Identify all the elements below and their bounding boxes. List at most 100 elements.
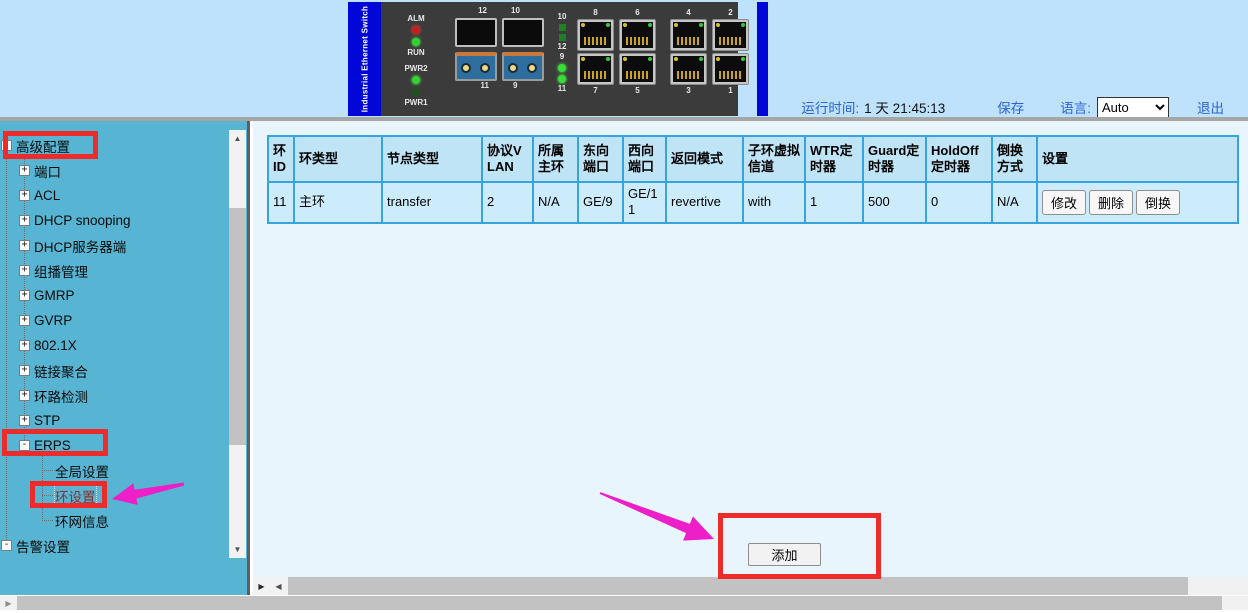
fiber-hole (508, 63, 518, 73)
expand-toggle-icon[interactable]: + (19, 415, 30, 426)
sidebar-item-gmrp[interactable]: +GMRP (0, 283, 228, 308)
collapse-toggle-icon[interactable]: - (1, 140, 12, 151)
port-link-led (741, 23, 745, 27)
logout-button[interactable]: 退出 (1197, 97, 1224, 117)
sidebar-item-erps[interactable]: -ERPS (0, 433, 228, 458)
page-scroll-thumb[interactable] (17, 596, 1222, 610)
sidebar-item-link-aggregation[interactable]: +链接聚合 (0, 358, 228, 383)
port-led-label: 10 (558, 12, 567, 22)
port-activity-led (674, 23, 678, 27)
sidebar-item-dhcp-snooping[interactable]: +DHCP snooping (0, 208, 228, 233)
expand-toggle-icon[interactable]: + (19, 290, 30, 301)
port-led-label: 9 (560, 52, 564, 62)
sidebar-item-label: 环网信息 (55, 511, 109, 531)
sidebar-item-advanced-config[interactable]: -高级配置 (0, 133, 228, 158)
top-utility-bar: 运行时间: 1 天 21:45:13 保存 语言: Auto 退出 (801, 96, 1224, 118)
sidebar-item-gvrp[interactable]: + GVRP (0, 308, 228, 333)
sidebar-item-alarm-settings[interactable]: -告警设置 (0, 533, 228, 558)
column-header: Guard定时器 (863, 136, 926, 182)
fiber-port-label: 11 (481, 81, 489, 91)
save-button[interactable]: 保存 (997, 97, 1024, 117)
rj45-port-label: 4 (686, 8, 690, 18)
sidebar-scrollbar[interactable]: ▲ ▼ (229, 130, 246, 558)
alm-led-label: ALM (407, 14, 424, 24)
rj45-jack (580, 56, 611, 82)
column-header: 设置 (1037, 136, 1238, 182)
table-row: 11主环transfer2N/AGE/9GE/11revertivewith15… (268, 182, 1238, 223)
pwr1-led-icon (412, 88, 420, 96)
device-side-strip-right (757, 2, 768, 116)
fiber-port-label: 9 (513, 81, 517, 91)
content-scroll-thumb[interactable] (288, 577, 1188, 595)
column-header: 返回模式 (666, 136, 743, 182)
add-button[interactable]: 添加 (748, 543, 821, 566)
collapse-toggle-icon[interactable]: - (19, 440, 30, 451)
expand-toggle-icon[interactable]: + (19, 315, 30, 326)
pwr2-led-icon (412, 76, 420, 84)
sidebar-item-ring-info[interactable]: 环网信息 (0, 508, 228, 533)
table-cell: GE/9 (578, 182, 623, 223)
port-activity-led (581, 57, 585, 61)
expand-toggle-icon[interactable]: + (19, 365, 30, 376)
sidebar-item-global-settings[interactable]: 全局设置 (0, 458, 228, 483)
rj45-jack (622, 22, 653, 48)
expand-toggle-icon[interactable]: + (19, 390, 30, 401)
table-cell: GE/11 (623, 182, 666, 223)
device-status-leds: ALM RUN PWR2 PWR1 (395, 6, 437, 114)
rj45-port (712, 53, 749, 85)
fiber-port (502, 52, 544, 81)
sidebar-item-loop-detection[interactable]: +环路检测 (0, 383, 228, 408)
sidebar-item-dot1x[interactable]: +802.1X (0, 333, 228, 358)
run-led-icon (412, 38, 420, 46)
port-led-label: 12 (558, 42, 567, 52)
fiber-port (455, 52, 497, 81)
port-activity-led (716, 23, 720, 27)
expand-toggle-icon[interactable]: + (19, 340, 30, 351)
sidebar-item-label: GVRP (34, 313, 72, 328)
expand-toggle-icon[interactable]: + (19, 240, 30, 251)
sidebar-item-stp[interactable]: +STP (0, 408, 228, 433)
page-horizontal-scrollbar[interactable]: ◀ ▶ (0, 596, 1248, 610)
pwr1-led-label: PWR1 (404, 98, 427, 108)
sidebar-item-ring-settings[interactable]: 环设置 (0, 483, 228, 508)
row-action-button[interactable]: 删除 (1089, 190, 1133, 215)
fiber-hole (461, 63, 471, 73)
row-action-button[interactable]: 修改 (1042, 190, 1086, 215)
content-horizontal-scrollbar[interactable]: ◀ ▶ (253, 577, 1248, 595)
sidebar-item-label: ACL (34, 188, 60, 203)
scroll-up-icon[interactable]: ▲ (229, 130, 246, 147)
column-header: 倒换方式 (992, 136, 1037, 182)
scroll-left-icon[interactable]: ◀ (270, 577, 287, 595)
expand-toggle-icon[interactable]: + (19, 190, 30, 201)
sidebar-item-label: 高级配置 (16, 136, 70, 156)
scroll-right-icon[interactable]: ▶ (0, 596, 17, 610)
rj45-port-label: 3 (686, 86, 690, 96)
port-link-led (648, 23, 652, 27)
rj45-port (619, 53, 656, 85)
table-cell: revertive (666, 182, 743, 223)
sidebar-tree: -高级配置+端口+ACL+DHCP snooping+DHCP服务器端+组播管理… (0, 133, 228, 558)
rj45-jack (715, 56, 746, 82)
pwr2-led-label: PWR2 (404, 64, 427, 74)
port-led-icon (558, 75, 566, 83)
sidebar-scroll-thumb[interactable] (229, 208, 246, 445)
language-select[interactable]: Auto (1097, 97, 1169, 118)
sidebar-item-label: 端口 (34, 161, 61, 181)
table-cell: N/A (992, 182, 1037, 223)
row-action-button[interactable]: 倒换 (1136, 190, 1180, 215)
expand-toggle-icon[interactable]: + (19, 265, 30, 276)
collapse-toggle-icon[interactable]: - (1, 540, 12, 551)
alm-led-icon (412, 26, 420, 34)
port-activity-led (581, 23, 585, 27)
sidebar-item-multicast-mgmt[interactable]: +组播管理 (0, 258, 228, 283)
expand-toggle-icon[interactable]: + (19, 215, 30, 226)
scroll-down-icon[interactable]: ▼ (229, 541, 246, 558)
expand-toggle-icon[interactable]: + (19, 165, 30, 176)
scroll-right-icon[interactable]: ▶ (253, 577, 270, 595)
rj45-port (712, 19, 749, 51)
sidebar-item-dhcp-server[interactable]: +DHCP服务器端 (0, 233, 228, 258)
sidebar-item-acl[interactable]: + ACL (0, 183, 228, 208)
sidebar-item-port[interactable]: + 端口 (0, 158, 228, 183)
table-cell: transfer (382, 182, 482, 223)
port-link-led (699, 23, 703, 27)
